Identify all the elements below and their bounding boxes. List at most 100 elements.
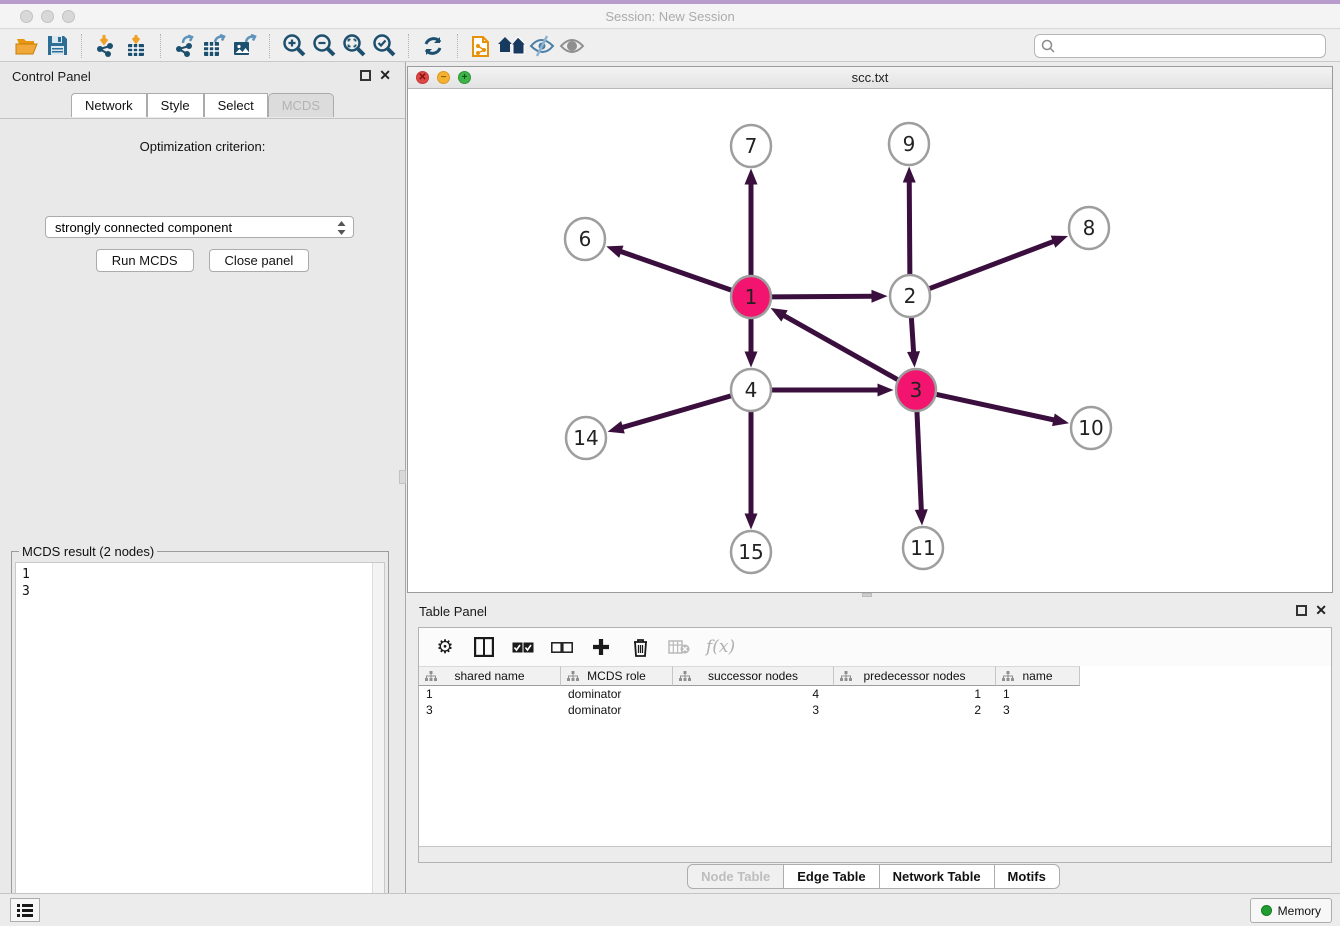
- open-file-icon[interactable]: [12, 33, 42, 59]
- toolbar-separator: [408, 34, 409, 58]
- select-all-icon[interactable]: [511, 635, 535, 659]
- result-scrollbar[interactable]: [372, 563, 384, 926]
- node-11[interactable]: 11: [903, 527, 943, 569]
- close-panel-icon[interactable]: ✕: [1315, 602, 1327, 619]
- float-panel-icon[interactable]: [1296, 605, 1307, 616]
- table-cell[interactable]: 3: [673, 702, 834, 718]
- edge-3-1[interactable]: [783, 315, 898, 380]
- zoom-out-icon[interactable]: [309, 33, 339, 59]
- close-panel-button[interactable]: Close panel: [209, 249, 310, 272]
- node-1[interactable]: 1: [731, 276, 771, 318]
- edge-4-14[interactable]: [621, 396, 731, 428]
- table-cell[interactable]: 3: [419, 702, 561, 718]
- edge-1-2[interactable]: [771, 296, 873, 297]
- node-9[interactable]: 9: [889, 123, 929, 165]
- table-cell[interactable]: dominator: [561, 686, 673, 702]
- node-7[interactable]: 7: [731, 125, 771, 167]
- memory-button[interactable]: Memory: [1250, 898, 1332, 923]
- table-settings-icon[interactable]: ⚙: [433, 635, 457, 659]
- network-canvas[interactable]: 1 2 3 4 6 7 8 9 10 11 14 15: [408, 89, 1332, 592]
- search-box[interactable]: [1034, 34, 1326, 58]
- control-panel: Control Panel ✕ NetworkStyleSelectMCDS O…: [0, 62, 406, 893]
- table-panel: Table Panel ✕ ⚙ f(x): [407, 597, 1340, 893]
- task-history-button[interactable]: [10, 898, 40, 922]
- close-panel-icon[interactable]: ✕: [379, 67, 391, 84]
- edge-1-6[interactable]: [619, 251, 731, 290]
- zoom-in-icon[interactable]: [279, 33, 309, 59]
- table-cell[interactable]: 3: [996, 702, 1080, 718]
- mcds-panel: Optimization criterion: strongly connect…: [0, 118, 405, 893]
- column-header-name[interactable]: name: [996, 666, 1080, 686]
- add-column-icon[interactable]: [589, 635, 613, 659]
- tab-mcds[interactable]: MCDS: [268, 93, 334, 117]
- main-toolbar: [0, 30, 1340, 62]
- tab-node-table[interactable]: Node Table: [687, 864, 784, 889]
- run-mcds-button[interactable]: Run MCDS: [96, 249, 194, 272]
- edge-arrow-4-14: [608, 421, 625, 433]
- tab-network[interactable]: Network: [71, 93, 147, 117]
- edge-arrow-2-8: [1051, 236, 1068, 248]
- import-table-icon[interactable]: [121, 33, 151, 59]
- node-14[interactable]: 14: [566, 417, 606, 459]
- table-cell[interactable]: 4: [673, 686, 834, 702]
- vertical-splitter-grip[interactable]: [399, 470, 406, 484]
- function-builder-icon: f(x): [706, 635, 735, 659]
- tab-network-table[interactable]: Network Table: [879, 864, 995, 889]
- table-row[interactable]: 1dominator411: [419, 686, 1331, 702]
- edge-2-9[interactable]: [909, 180, 910, 275]
- refresh-icon[interactable]: [418, 33, 448, 59]
- tab-motifs[interactable]: Motifs: [994, 864, 1060, 889]
- home-icon[interactable]: [497, 33, 527, 59]
- zoom-fit-icon[interactable]: [339, 33, 369, 59]
- mcds-result-values: 13: [16, 563, 384, 603]
- edge-2-8[interactable]: [929, 241, 1055, 289]
- node-4[interactable]: 4: [731, 369, 771, 411]
- column-header-shared-name[interactable]: shared name: [419, 666, 561, 686]
- optimization-criterion-select[interactable]: strongly connected component: [45, 216, 354, 238]
- svg-text:9: 9: [903, 132, 916, 156]
- import-network-icon[interactable]: [91, 33, 121, 59]
- node-15[interactable]: 15: [731, 531, 771, 573]
- tab-edge-table[interactable]: Edge Table: [783, 864, 879, 889]
- table-cell[interactable]: 1: [834, 686, 996, 702]
- node-3[interactable]: 3: [896, 369, 936, 411]
- zoom-selected-icon[interactable]: [369, 33, 399, 59]
- show-all-icon[interactable]: [557, 33, 587, 59]
- hide-selected-icon[interactable]: [527, 33, 557, 59]
- edge-2-3[interactable]: [911, 316, 913, 353]
- node-6[interactable]: 6: [565, 218, 605, 260]
- table-row[interactable]: 3dominator323: [419, 702, 1331, 718]
- deselect-all-icon[interactable]: [550, 635, 574, 659]
- node-10[interactable]: 10: [1071, 407, 1111, 449]
- column-header-MCDS-role[interactable]: MCDS role: [561, 666, 673, 686]
- delete-table-icon: [667, 635, 691, 659]
- new-network-from-selection-icon[interactable]: [467, 33, 497, 59]
- save-session-icon[interactable]: [42, 33, 72, 59]
- edge-3-10[interactable]: [936, 394, 1055, 420]
- column-layout-icon[interactable]: [472, 635, 496, 659]
- edge-arrow-4-15: [745, 514, 758, 530]
- table-cell[interactable]: 1: [419, 686, 561, 702]
- table-cell[interactable]: dominator: [561, 702, 673, 718]
- column-header-successor-nodes[interactable]: successor nodes: [673, 666, 834, 686]
- network-graph[interactable]: 1 2 3 4 6 7 8 9 10 11 14 15: [408, 89, 1332, 592]
- table-cell[interactable]: 1: [996, 686, 1080, 702]
- table-cell[interactable]: 2: [834, 702, 996, 718]
- table-horizontal-scrollbar[interactable]: [419, 846, 1331, 862]
- node-2[interactable]: 2: [890, 275, 930, 317]
- delete-column-icon[interactable]: [628, 635, 652, 659]
- tab-select[interactable]: Select: [204, 93, 268, 117]
- mcds-result-list[interactable]: 13: [15, 562, 385, 926]
- edge-arrow-4-3: [878, 384, 894, 397]
- tab-style[interactable]: Style: [147, 93, 204, 117]
- network-window-titlebar[interactable]: ✕ − + scc.txt: [408, 67, 1332, 89]
- export-table-icon[interactable]: [200, 33, 230, 59]
- column-header-predecessor-nodes[interactable]: predecessor nodes: [834, 666, 996, 686]
- node-8[interactable]: 8: [1069, 207, 1109, 249]
- search-input[interactable]: [1059, 39, 1325, 54]
- export-image-icon[interactable]: [230, 33, 260, 59]
- edge-arrow-3-10: [1052, 413, 1069, 426]
- export-network-icon[interactable]: [170, 33, 200, 59]
- edge-3-11[interactable]: [917, 410, 921, 511]
- float-panel-icon[interactable]: [360, 70, 371, 81]
